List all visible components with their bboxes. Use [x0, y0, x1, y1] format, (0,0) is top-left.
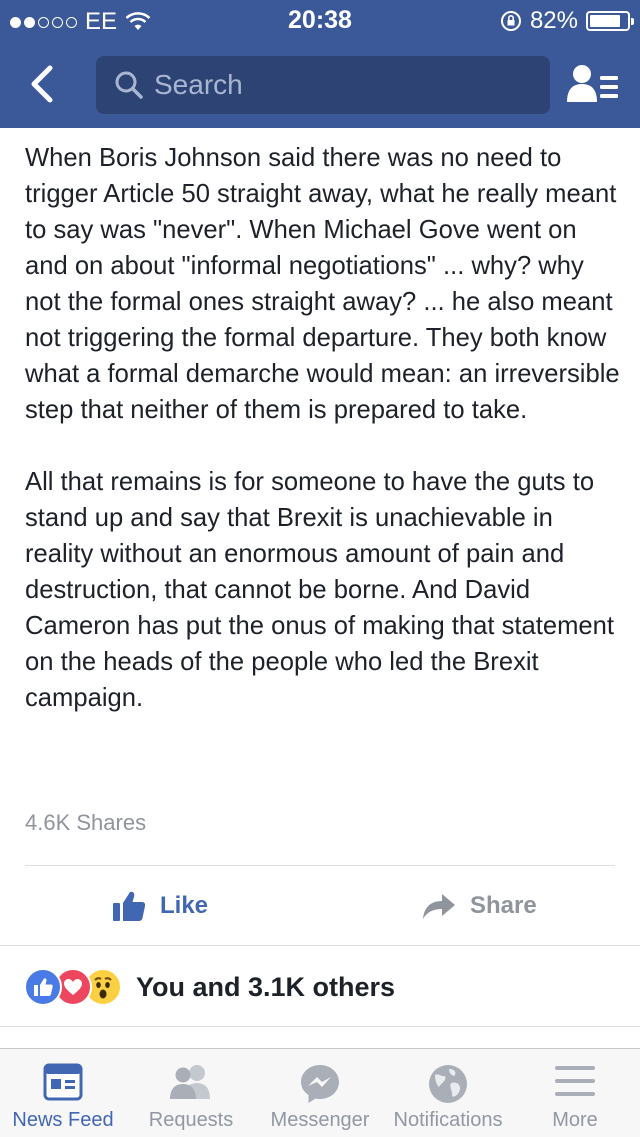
- tab-more[interactable]: More: [512, 1049, 638, 1137]
- tab-label: Notifications: [393, 1109, 503, 1131]
- search-icon: [115, 71, 143, 99]
- search-field[interactable]: Search: [96, 56, 550, 114]
- like-button[interactable]: Like: [112, 884, 208, 928]
- friends-list-icon: [567, 65, 618, 102]
- menu-icon: [555, 1066, 595, 1096]
- post-paragraph: All that remains is for someone to have …: [25, 468, 614, 712]
- requests-icon: [170, 1065, 210, 1099]
- post-body: When Boris Johnson said there was no nee…: [25, 140, 620, 716]
- top-nav-bar: Search: [0, 40, 640, 128]
- notifications-globe-icon: [429, 1065, 467, 1103]
- tab-messenger[interactable]: Messenger: [256, 1049, 384, 1137]
- back-button[interactable]: [22, 62, 66, 106]
- back-chevron-icon: [31, 65, 53, 103]
- tab-requests[interactable]: Requests: [128, 1049, 254, 1137]
- tab-notifications[interactable]: Notifications: [384, 1049, 512, 1137]
- share-arrow-icon: [423, 894, 455, 919]
- orientation-lock-icon: [500, 11, 521, 31]
- like-label: Like: [160, 892, 209, 919]
- divider: [0, 1026, 640, 1027]
- messenger-icon: [301, 1065, 339, 1103]
- search-placeholder: Search: [154, 69, 243, 100]
- share-count[interactable]: 4.6K Shares: [25, 810, 146, 836]
- friends-list-button[interactable]: [566, 62, 620, 108]
- news-feed-icon: [43, 1063, 83, 1101]
- like-reaction-icon: [24, 968, 62, 1006]
- tab-label: Messenger: [270, 1109, 370, 1131]
- tab-label: News Feed: [12, 1109, 114, 1131]
- battery-icon: [586, 11, 634, 31]
- reactions-text: You and 3.1K others: [136, 971, 396, 1002]
- status-bar: EE 20:38 82%: [0, 0, 640, 40]
- post-paragraph: When Boris Johnson said there was no nee…: [25, 144, 620, 424]
- share-button[interactable]: Share: [422, 884, 537, 928]
- bottom-tab-bar: News Feed Requests Messenger Notificatio…: [0, 1048, 640, 1137]
- tab-label: Requests: [148, 1109, 234, 1131]
- tab-news-feed[interactable]: News Feed: [0, 1049, 126, 1137]
- battery-area: 82%: [500, 7, 634, 35]
- share-label: Share: [470, 892, 537, 919]
- divider: [0, 945, 640, 946]
- tab-label: More: [552, 1109, 598, 1131]
- battery-percent: 82%: [529, 7, 578, 34]
- divider: [25, 865, 615, 866]
- reactions-summary[interactable]: You and 3.1K others: [24, 968, 395, 1006]
- thumbs-up-icon: [113, 891, 146, 921]
